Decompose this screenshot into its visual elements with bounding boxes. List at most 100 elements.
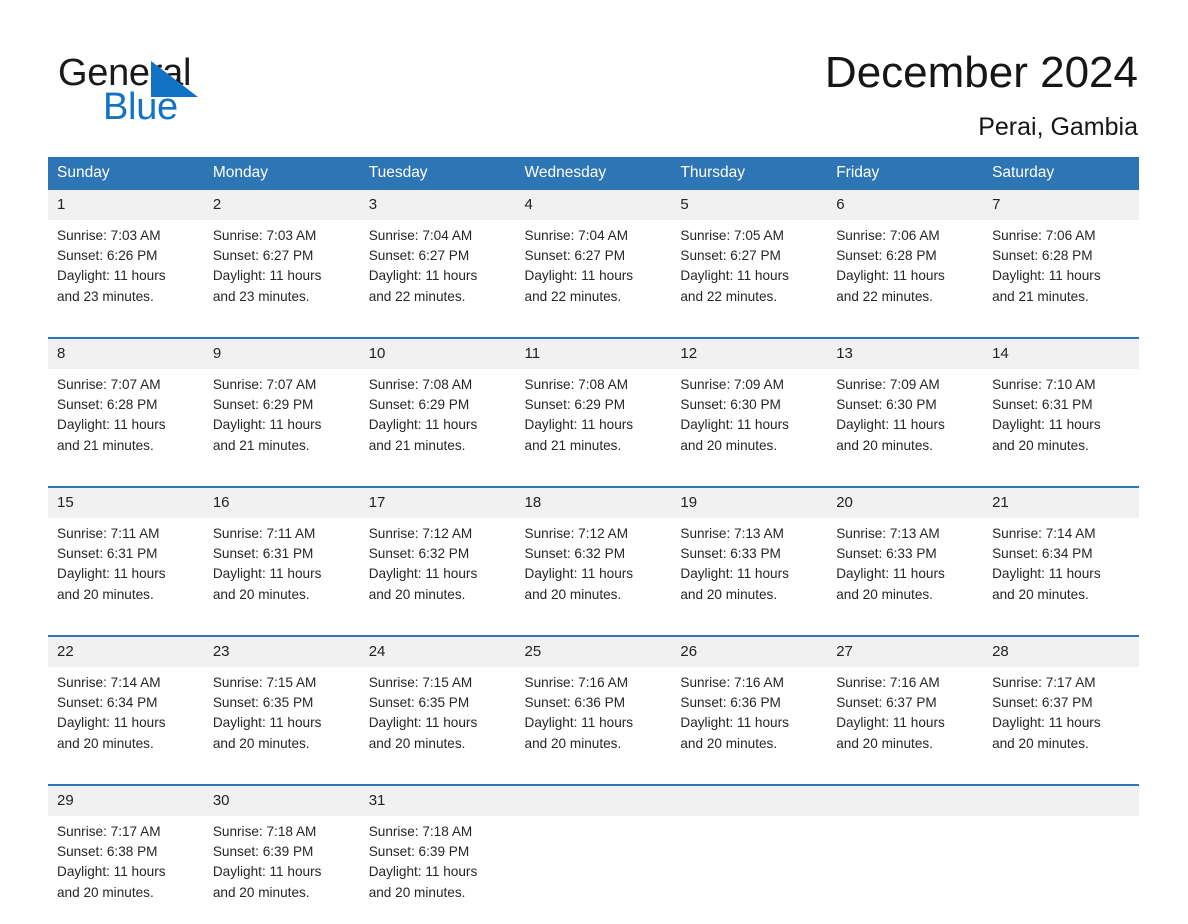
day-number[interactable]: 23 — [203, 635, 360, 667]
day-cell[interactable]: Sunrise: 7:10 AM Sunset: 6:31 PM Dayligh… — [983, 369, 1139, 477]
day-cell[interactable]: Sunrise: 7:17 AM Sunset: 6:38 PM Dayligh… — [48, 816, 204, 924]
day-cell[interactable]: Sunrise: 7:03 AM Sunset: 6:27 PM Dayligh… — [203, 220, 360, 328]
day-cell[interactable]: Sunrise: 7:13 AM Sunset: 6:33 PM Dayligh… — [827, 518, 984, 626]
day-number[interactable]: 14 — [983, 337, 1139, 369]
daylight-text-line1: Daylight: 11 hours — [57, 864, 166, 880]
day-number[interactable]: 5 — [671, 190, 828, 220]
day-cell[interactable]: Sunrise: 7:08 AM Sunset: 6:29 PM Dayligh… — [359, 369, 516, 477]
day-cell[interactable]: Sunrise: 7:14 AM Sunset: 6:34 PM Dayligh… — [983, 518, 1139, 626]
week-details-row: Sunrise: 7:14 AM Sunset: 6:34 PM Dayligh… — [48, 667, 1139, 775]
day-number[interactable]: 7 — [983, 190, 1139, 220]
day-number[interactable]: 25 — [515, 635, 672, 667]
day-cell[interactable]: Sunrise: 7:09 AM Sunset: 6:30 PM Dayligh… — [827, 369, 984, 477]
day-cell[interactable]: Sunrise: 7:13 AM Sunset: 6:33 PM Dayligh… — [671, 518, 828, 626]
day-cell[interactable]: Sunrise: 7:11 AM Sunset: 6:31 PM Dayligh… — [203, 518, 360, 626]
daylight-text-line2: and 20 minutes. — [368, 884, 466, 900]
day-number[interactable]: 1 — [48, 190, 204, 220]
day-number[interactable]: 15 — [48, 486, 204, 518]
day-number[interactable]: 29 — [48, 784, 204, 816]
day-number-empty — [827, 784, 984, 816]
weekday-header-friday: Friday — [827, 157, 984, 190]
sunrise-text: Sunrise: 7:03 AM — [212, 228, 317, 243]
day-number[interactable]: 20 — [827, 486, 984, 518]
day-number[interactable]: 22 — [48, 635, 204, 667]
sunset-text: Sunset: 6:29 PM — [524, 397, 626, 413]
day-cell[interactable]: Sunrise: 7:08 AM Sunset: 6:29 PM Dayligh… — [515, 369, 672, 477]
day-number[interactable]: 13 — [827, 337, 984, 369]
daylight-text-line1: Daylight: 11 hours — [57, 715, 166, 731]
day-number[interactable]: 30 — [203, 784, 360, 816]
day-number[interactable]: 3 — [359, 190, 516, 220]
sunset-text: Sunset: 6:33 PM — [836, 546, 937, 562]
day-cell[interactable]: Sunrise: 7:17 AM Sunset: 6:37 PM Dayligh… — [983, 667, 1139, 775]
day-cell[interactable]: Sunrise: 7:16 AM Sunset: 6:36 PM Dayligh… — [515, 667, 672, 775]
day-number[interactable]: 2 — [203, 190, 360, 220]
day-cell[interactable]: Sunrise: 7:07 AM Sunset: 6:28 PM Dayligh… — [48, 369, 204, 477]
sunset-text: Sunset: 6:28 PM — [57, 397, 158, 413]
day-cell[interactable]: Sunrise: 7:18 AM Sunset: 6:39 PM Dayligh… — [359, 816, 516, 924]
day-number[interactable]: 24 — [359, 635, 516, 667]
day-cell[interactable]: Sunrise: 7:12 AM Sunset: 6:32 PM Dayligh… — [515, 518, 672, 626]
day-cell[interactable]: Sunrise: 7:05 AM Sunset: 6:27 PM Dayligh… — [671, 220, 828, 328]
day-cell[interactable]: Sunrise: 7:14 AM Sunset: 6:34 PM Dayligh… — [48, 667, 204, 775]
day-cell[interactable]: Sunrise: 7:06 AM Sunset: 6:28 PM Dayligh… — [827, 220, 984, 328]
day-number[interactable]: 26 — [671, 635, 828, 667]
day-cell[interactable]: Sunrise: 7:06 AM Sunset: 6:28 PM Dayligh… — [983, 220, 1139, 328]
day-cell[interactable]: Sunrise: 7:16 AM Sunset: 6:36 PM Dayligh… — [671, 667, 828, 775]
sunrise-text: Sunrise: 7:16 AM — [680, 675, 784, 690]
sunrise-text: Sunrise: 7:05 AM — [680, 228, 784, 243]
week-daynumbers-row: 29 30 31 — [48, 784, 1139, 816]
day-cell[interactable]: Sunrise: 7:15 AM Sunset: 6:35 PM Dayligh… — [203, 667, 360, 775]
sunset-text: Sunset: 6:36 PM — [680, 695, 781, 711]
day-number[interactable]: 10 — [359, 337, 516, 369]
sunset-text: Sunset: 6:27 PM — [368, 248, 470, 264]
day-cell[interactable]: Sunrise: 7:04 AM Sunset: 6:27 PM Dayligh… — [359, 220, 516, 328]
day-number[interactable]: 28 — [983, 635, 1139, 667]
day-cell[interactable]: Sunrise: 7:12 AM Sunset: 6:32 PM Dayligh… — [359, 518, 516, 626]
daylight-text-line2: and 20 minutes. — [368, 586, 466, 602]
day-cell[interactable]: Sunrise: 7:11 AM Sunset: 6:31 PM Dayligh… — [48, 518, 204, 626]
weekday-header-wednesday: Wednesday — [515, 157, 672, 190]
day-cell-empty — [671, 816, 828, 924]
day-cell[interactable]: Sunrise: 7:09 AM Sunset: 6:30 PM Dayligh… — [671, 369, 828, 477]
day-number[interactable]: 18 — [515, 486, 672, 518]
day-number[interactable]: 9 — [203, 337, 360, 369]
daylight-text-line2: and 20 minutes. — [992, 437, 1089, 453]
sunset-text: Sunset: 6:39 PM — [212, 844, 314, 860]
daylight-text-line1: Daylight: 11 hours — [680, 268, 789, 284]
generalblue-logo[interactable]: General Blue — [58, 52, 318, 130]
daylight-text-line2: and 20 minutes. — [836, 586, 933, 602]
day-number[interactable]: 27 — [827, 635, 984, 667]
day-cell[interactable]: Sunrise: 7:18 AM Sunset: 6:39 PM Dayligh… — [203, 816, 360, 924]
day-number[interactable]: 19 — [671, 486, 828, 518]
sunset-text: Sunset: 6:28 PM — [836, 248, 937, 264]
page-header: General Blue December 2024 Perai, Gambia — [0, 0, 1188, 150]
sunrise-text: Sunrise: 7:09 AM — [836, 377, 940, 392]
day-number-empty — [983, 784, 1139, 816]
day-cell[interactable]: Sunrise: 7:03 AM Sunset: 6:26 PM Dayligh… — [48, 220, 204, 328]
day-number[interactable]: 17 — [359, 486, 516, 518]
daylight-text-line2: and 22 minutes. — [836, 288, 933, 304]
sunrise-text: Sunrise: 7:04 AM — [524, 228, 629, 243]
daylight-text-line1: Daylight: 11 hours — [368, 715, 478, 731]
day-cell[interactable]: Sunrise: 7:04 AM Sunset: 6:27 PM Dayligh… — [515, 220, 672, 328]
daylight-text-line1: Daylight: 11 hours — [212, 864, 322, 880]
daylight-text-line1: Daylight: 11 hours — [368, 566, 478, 582]
day-number[interactable]: 16 — [203, 486, 360, 518]
day-number[interactable]: 11 — [515, 337, 672, 369]
day-cell[interactable]: Sunrise: 7:15 AM Sunset: 6:35 PM Dayligh… — [359, 667, 516, 775]
day-number[interactable]: 8 — [48, 337, 204, 369]
daylight-text-line2: and 20 minutes. — [524, 735, 622, 751]
day-cell[interactable]: Sunrise: 7:16 AM Sunset: 6:37 PM Dayligh… — [827, 667, 984, 775]
day-number[interactable]: 31 — [359, 784, 516, 816]
sunrise-text: Sunrise: 7:12 AM — [524, 526, 629, 541]
day-number[interactable]: 4 — [515, 190, 672, 220]
day-number[interactable]: 12 — [671, 337, 828, 369]
day-number[interactable]: 21 — [983, 486, 1139, 518]
sunrise-text: Sunrise: 7:08 AM — [524, 377, 629, 392]
day-cell[interactable]: Sunrise: 7:07 AM Sunset: 6:29 PM Dayligh… — [203, 369, 360, 477]
day-number[interactable]: 6 — [827, 190, 984, 220]
sunset-text: Sunset: 6:31 PM — [992, 397, 1093, 413]
daylight-text-line1: Daylight: 11 hours — [212, 417, 322, 433]
daylight-text-line2: and 20 minutes. — [368, 735, 466, 751]
